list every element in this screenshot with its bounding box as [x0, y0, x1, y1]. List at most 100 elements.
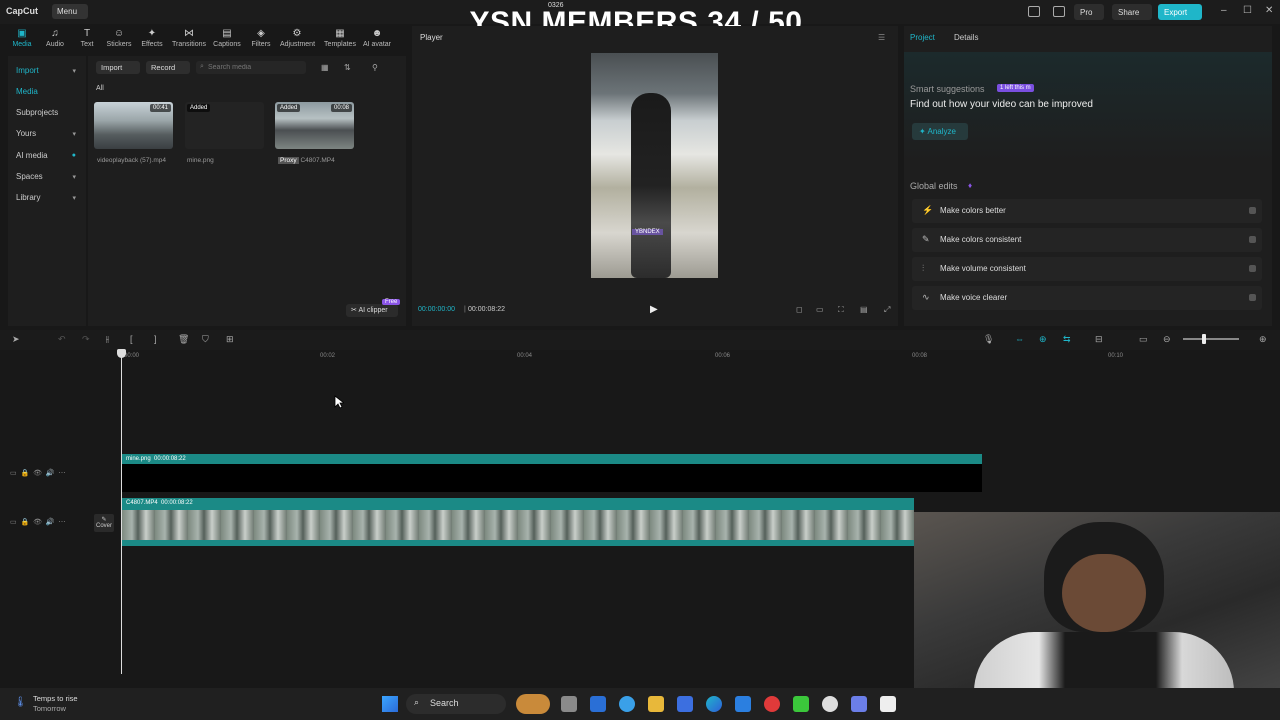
toggle-icon[interactable]: [1249, 265, 1256, 272]
record-button[interactable]: Record: [146, 61, 190, 74]
app-icon[interactable]: [851, 696, 867, 712]
fullscreen-icon[interactable]: ⤢: [884, 305, 890, 315]
taskbar-search[interactable]: ⌕ Search: [406, 694, 506, 714]
close-icon[interactable]: ✕: [1265, 5, 1273, 16]
nav-ai-media[interactable]: AI media: [16, 151, 48, 160]
tool-templates[interactable]: ▦ Templates: [323, 28, 357, 48]
nav-library[interactable]: Library: [16, 193, 40, 202]
weather-icon[interactable]: 🌡: [14, 697, 27, 708]
sort-icon[interactable]: ⇅: [344, 63, 351, 72]
tool-stickers[interactable]: ☺ Stickers: [102, 28, 136, 48]
toggle-icon[interactable]: [1249, 207, 1256, 214]
playhead-handle[interactable]: [117, 349, 126, 358]
weather-line-2[interactable]: Tomorrow: [33, 704, 66, 713]
caption-icon[interactable]: ▭: [1139, 334, 1148, 345]
toggle-icon[interactable]: ●: [72, 152, 76, 159]
track-controls[interactable]: ▭ 🔒 👁 🔊 ⋯: [10, 469, 66, 477]
tool-text[interactable]: T Text: [70, 28, 104, 48]
global-edit-item[interactable]: ✎ Make colors consistent: [912, 228, 1262, 252]
filter-all[interactable]: All: [96, 85, 104, 92]
export-button[interactable]: Export: [1158, 4, 1202, 20]
store-icon[interactable]: [677, 696, 693, 712]
toggle-icon[interactable]: [1249, 294, 1256, 301]
maximize-icon[interactable]: ☐: [1243, 5, 1252, 16]
undo-icon[interactable]: ↶: [58, 334, 66, 345]
nav-spaces[interactable]: Spaces: [16, 172, 43, 181]
analyze-button[interactable]: ✦ Analyze: [912, 123, 968, 140]
global-edit-item[interactable]: ⚡ Make colors better: [912, 199, 1262, 223]
cover-button[interactable]: ✎ Cover: [94, 514, 114, 532]
zoom-icon[interactable]: ⛶: [838, 305, 844, 315]
trim-right-icon[interactable]: ]: [154, 334, 157, 344]
toggle-icon[interactable]: [1249, 236, 1256, 243]
media-thumbnail[interactable]: Added 00:08: [275, 102, 354, 149]
media-thumbnail[interactable]: Added: [185, 102, 264, 149]
zoom-in-icon[interactable]: ⊕: [1259, 334, 1267, 345]
keyboard-icon[interactable]: [1053, 6, 1065, 17]
app-icon[interactable]: [793, 696, 809, 712]
zoom-slider[interactable]: [1183, 338, 1239, 340]
media-thumbnail[interactable]: 00:41: [94, 102, 173, 149]
share-button[interactable]: Share: [1112, 4, 1152, 20]
menu-button[interactable]: Menu: [52, 4, 88, 19]
quality-icon[interactable]: ▤: [860, 305, 868, 314]
nav-yours[interactable]: Yours: [16, 129, 36, 138]
app-icon[interactable]: [822, 696, 838, 712]
playhead[interactable]: [121, 352, 122, 674]
microphone-icon[interactable]: 🎙: [983, 334, 994, 345]
import-button[interactable]: Import: [96, 61, 140, 74]
tab-project[interactable]: Project: [910, 33, 935, 42]
nav-subprojects[interactable]: Subprojects: [16, 108, 58, 117]
delete-icon[interactable]: 🗑: [178, 334, 189, 345]
nav-media[interactable]: Media: [16, 87, 38, 96]
layout-icon[interactable]: [1028, 6, 1040, 17]
capcut-taskbar-icon[interactable]: [880, 696, 896, 712]
widget-icon[interactable]: [516, 694, 550, 714]
tab-details[interactable]: Details: [954, 33, 978, 42]
global-edit-item[interactable]: ∿ Make voice clearer: [912, 286, 1262, 310]
redo-icon[interactable]: ↷: [82, 334, 90, 345]
play-icon[interactable]: ▶: [650, 304, 658, 315]
tool-captions[interactable]: ▤ Captions: [210, 28, 244, 48]
tool-ai-avatar[interactable]: ☻ AI avatar: [360, 28, 394, 48]
image-track-clip[interactable]: [122, 454, 982, 492]
task-view-icon[interactable]: [561, 696, 577, 712]
minimize-icon[interactable]: –: [1221, 5, 1227, 16]
pro-button[interactable]: Pro: [1074, 4, 1104, 20]
windows-start-icon[interactable]: [382, 696, 398, 712]
link-icon[interactable]: ⇔: [1015, 334, 1024, 344]
app-icon[interactable]: [735, 696, 751, 712]
shield-icon[interactable]: ⛉: [202, 334, 209, 345]
app-icon[interactable]: [764, 696, 780, 712]
edge-icon[interactable]: [706, 696, 722, 712]
tool-adjustment[interactable]: ⚙ Adjustment: [280, 28, 315, 48]
app-icon[interactable]: [590, 696, 606, 712]
app-icon[interactable]: [619, 696, 635, 712]
track-controls[interactable]: ▭ 🔒 👁 🔊 ⋯: [10, 518, 66, 526]
ai-clipper-button[interactable]: ✂ AI clipper: [346, 304, 398, 317]
cursor-icon[interactable]: ➤: [12, 334, 20, 345]
tool-filters[interactable]: ◈ Filters: [244, 28, 278, 48]
global-edit-item[interactable]: ⫶ Make volume consistent: [912, 257, 1262, 281]
menu-icon[interactable]: ☰: [878, 33, 885, 42]
zoom-slider-handle[interactable]: [1202, 334, 1206, 344]
grid-view-icon[interactable]: ▦: [321, 63, 329, 72]
trim-left-icon[interactable]: [: [130, 334, 133, 344]
zoom-out-icon[interactable]: ⊖: [1163, 334, 1171, 345]
file-explorer-icon[interactable]: [648, 696, 664, 712]
preview-axis-icon[interactable]: ⊟: [1095, 334, 1103, 345]
search-input[interactable]: [196, 61, 306, 74]
nav-import[interactable]: Import: [16, 66, 39, 75]
tool-transitions[interactable]: ⋈ Transitions: [172, 28, 206, 48]
crop-icon[interactable]: ◻: [796, 305, 803, 314]
weather-line-1[interactable]: Temps to rise: [33, 694, 78, 703]
filter-icon[interactable]: ⚲: [372, 63, 378, 72]
crop-icon[interactable]: ⊞: [226, 334, 234, 345]
tool-audio[interactable]: ♫ Audio: [38, 28, 72, 48]
tool-effects[interactable]: ✦ Effects: [135, 28, 169, 48]
snap-icon[interactable]: ⇆: [1063, 334, 1071, 345]
ratio-icon[interactable]: ▭: [816, 305, 824, 314]
tool-media[interactable]: ▣ Media: [5, 28, 39, 48]
video-preview[interactable]: YBNDEX: [591, 53, 718, 278]
magnet-icon[interactable]: ⊕: [1039, 334, 1047, 345]
